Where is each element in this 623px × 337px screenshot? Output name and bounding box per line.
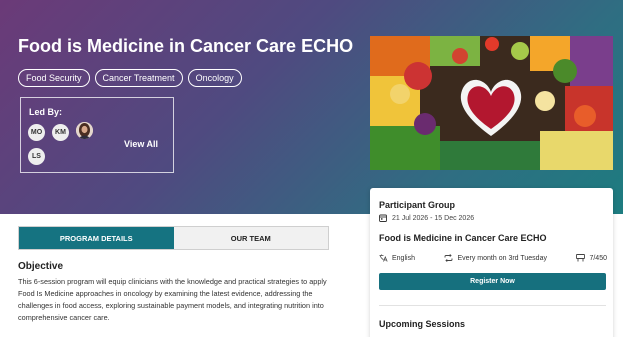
avatar-photo[interactable] (76, 122, 93, 139)
language-label: English (392, 254, 415, 262)
frequency-info: Every month on 3rd Tuesday (444, 254, 547, 262)
food-image (370, 36, 613, 170)
repeat-icon (445, 254, 453, 262)
tag-list: Food Security Cancer Treatment Oncology (18, 69, 242, 87)
date-range-row: 21 Jul 2026 - 15 Dec 2026 (379, 214, 474, 222)
objective-heading: Objective (18, 261, 64, 272)
tag-oncology[interactable]: Oncology (187, 69, 242, 87)
participant-group-heading: Participant Group (379, 200, 456, 210)
led-by-panel: Led By: MO KM LS View All (20, 97, 174, 173)
session-meta-row: English Every month on 3rd Tuesday 7/450 (379, 254, 607, 262)
translate-icon (379, 254, 388, 262)
participant-group-card: Participant Group 21 Jul 2026 - 15 Dec 2… (370, 188, 613, 337)
upcoming-sessions-heading: Upcoming Sessions (379, 319, 466, 329)
program-tabs: PROGRAM DETAILS OUR TEAM (18, 226, 329, 250)
led-by-label: Led By: (29, 107, 63, 117)
avatar-ls[interactable]: LS (28, 148, 45, 165)
calendar-icon (379, 214, 387, 222)
capacity-label: 7/450 (589, 254, 607, 262)
seats-icon (576, 254, 586, 262)
objective-description: This 6-session program will equip clinic… (18, 277, 327, 322)
tab-our-team[interactable]: OUR TEAM (173, 227, 328, 249)
divider (379, 305, 606, 306)
capacity-info: 7/450 (576, 254, 607, 262)
participant-program-title: Food is Medicine in Cancer Care ECHO (379, 233, 547, 243)
view-all-link[interactable]: View All (124, 139, 158, 149)
tag-cancer-treatment[interactable]: Cancer Treatment (94, 69, 183, 87)
language-info: English (379, 254, 415, 262)
register-now-button[interactable]: Register Now (379, 273, 606, 290)
person-photo-icon (76, 122, 93, 139)
tab-program-details[interactable]: PROGRAM DETAILS (19, 227, 174, 249)
avatar-mo[interactable]: MO (28, 124, 45, 141)
date-range: 21 Jul 2026 - 15 Dec 2026 (392, 214, 475, 222)
program-title: Food is Medicine in Cancer Care ECHO (18, 36, 354, 56)
avatar-km[interactable]: KM (52, 124, 69, 141)
tag-food-security[interactable]: Food Security (18, 69, 90, 87)
frequency-label: Every month on 3rd Tuesday (457, 254, 547, 262)
